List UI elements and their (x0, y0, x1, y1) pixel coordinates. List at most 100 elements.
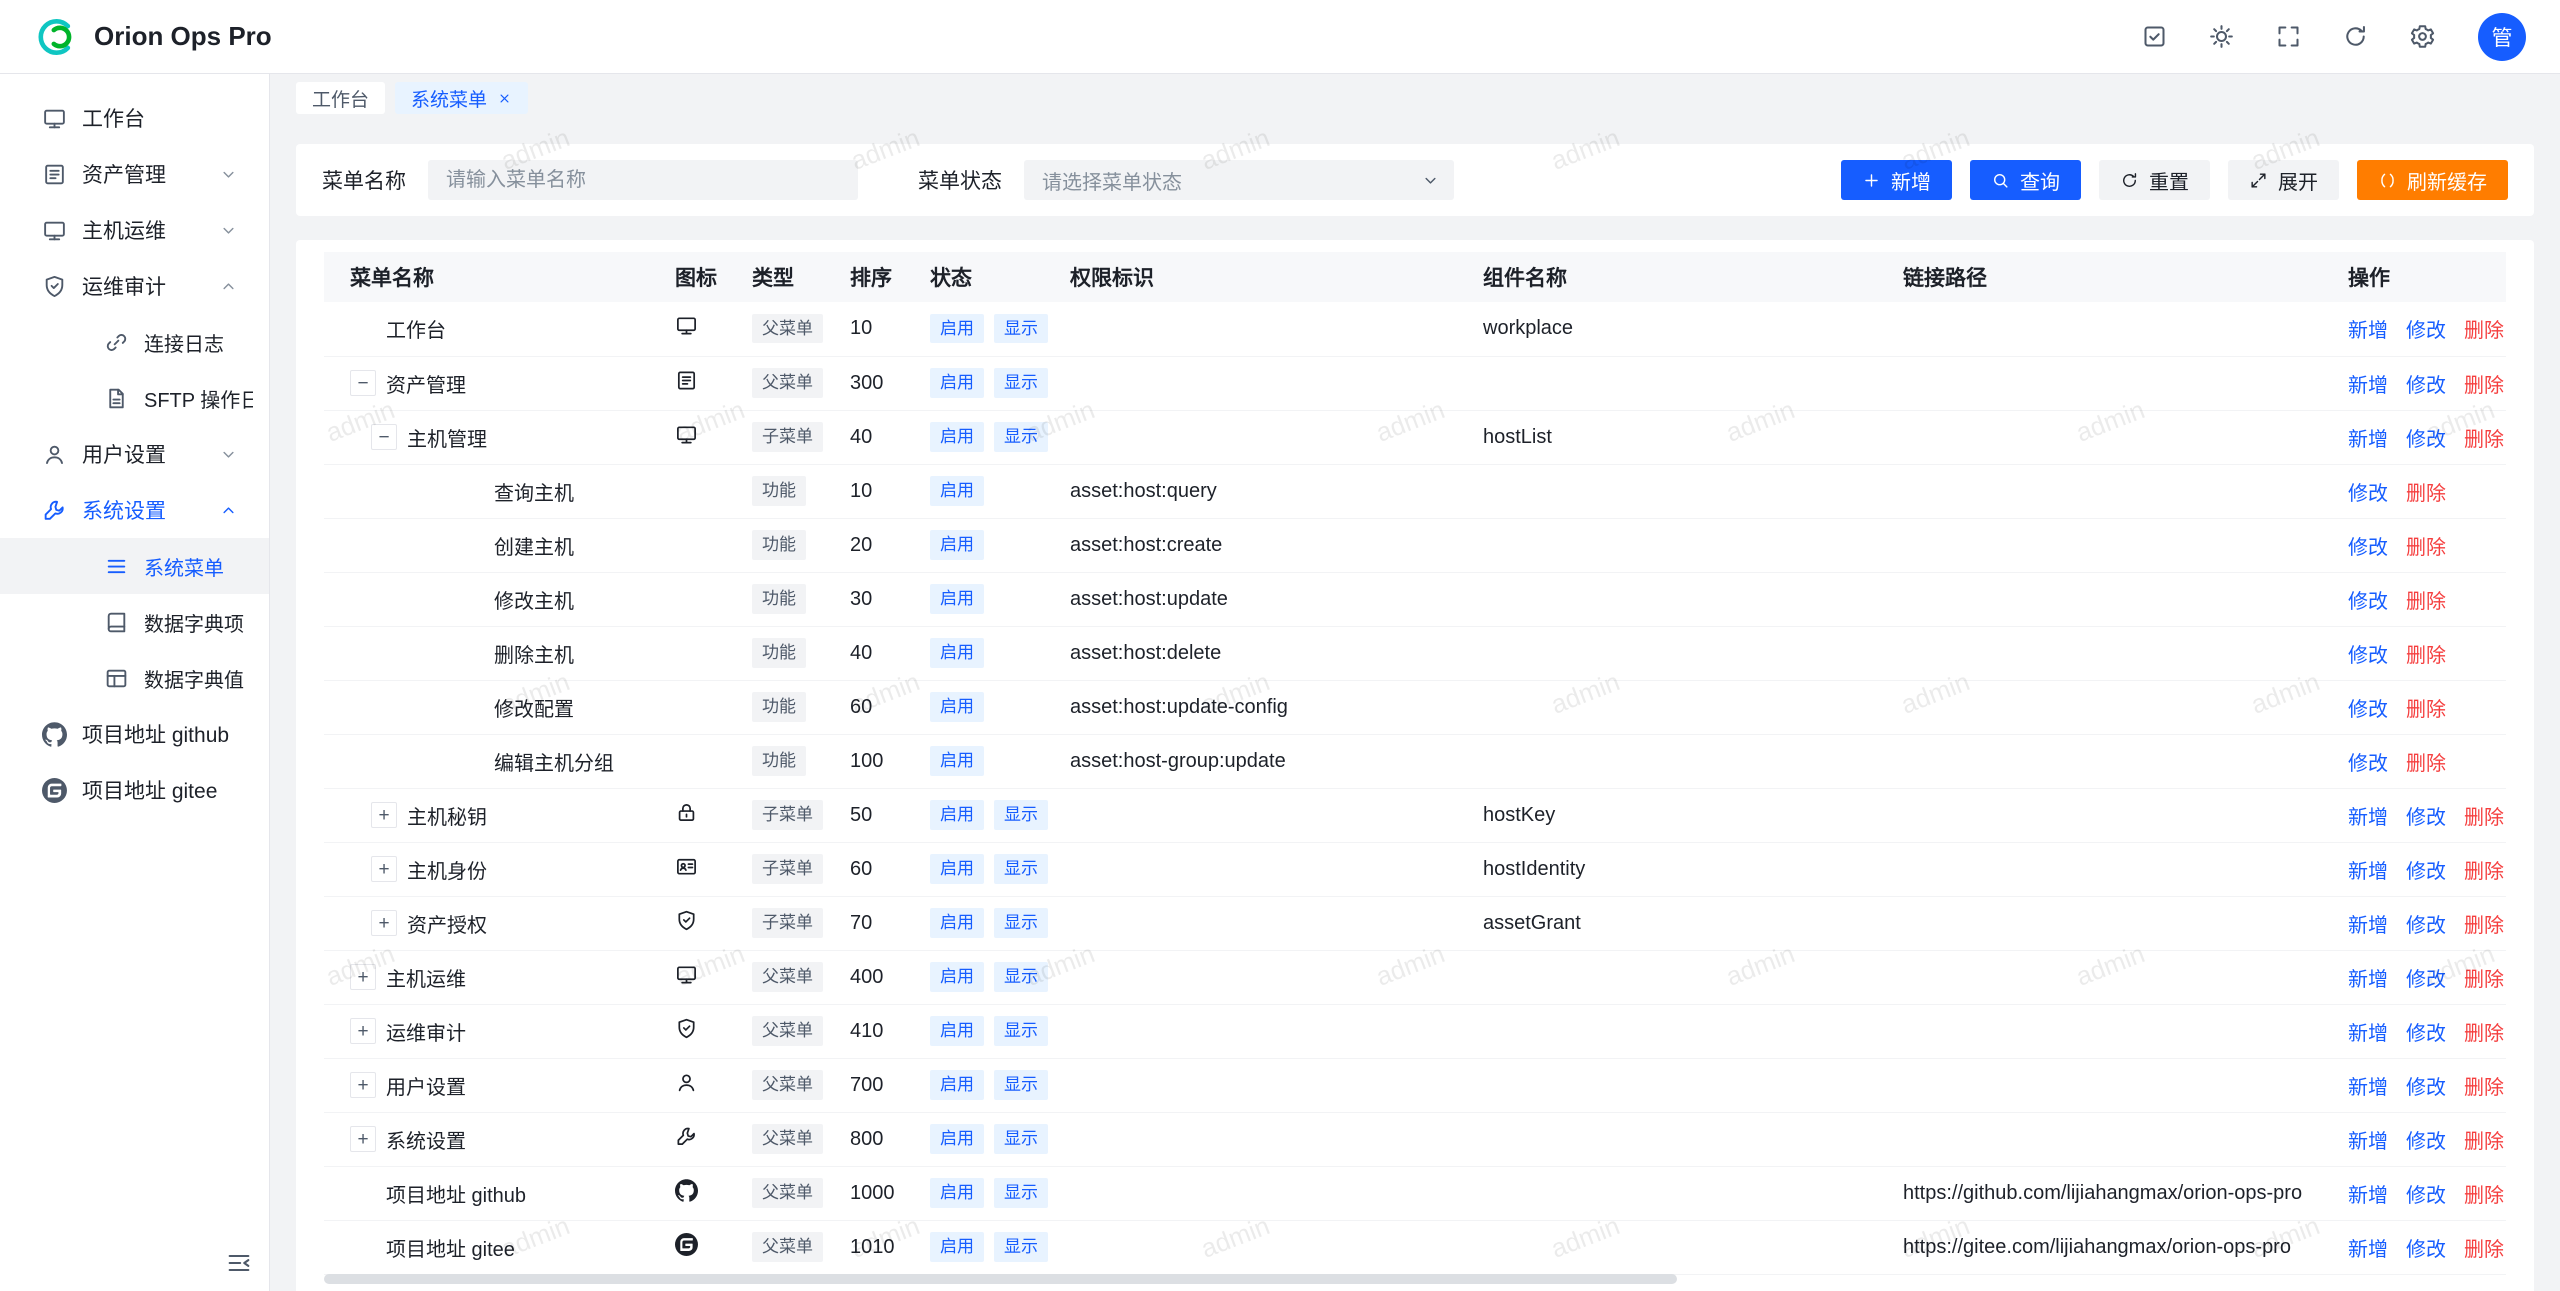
expand-row-toggle[interactable]: + (371, 910, 397, 936)
action-edit[interactable]: 修改 (2406, 1185, 2446, 1207)
sidebar-item-gitee[interactable]: 项目地址 gitee (0, 762, 269, 818)
panel-button[interactable] (2141, 23, 2168, 50)
action-edit[interactable]: 修改 (2406, 1077, 2446, 1099)
sidebar-item-workbench[interactable]: 工作台 (0, 90, 269, 146)
sidebar-item-ops-audit[interactable]: 运维审计 (0, 258, 269, 314)
refresh-cache-button[interactable]: 刷新缓存 (2357, 160, 2508, 200)
action-add[interactable]: 新增 (2348, 1239, 2388, 1261)
search-button[interactable]: 查询 (1970, 160, 2081, 200)
action-edit[interactable]: 修改 (2406, 1131, 2446, 1153)
action-delete[interactable]: 删除 (2464, 861, 2504, 883)
action-add[interactable]: 新增 (2348, 861, 2388, 883)
action-edit[interactable]: 修改 (2406, 807, 2446, 829)
add-button[interactable]: 新增 (1841, 160, 1952, 200)
action-edit[interactable]: 修改 (2348, 699, 2388, 721)
action-add[interactable]: 新增 (2348, 429, 2388, 451)
action-edit[interactable]: 修改 (2406, 1239, 2446, 1261)
expand-row-toggle[interactable]: + (350, 1072, 376, 1098)
sidebar-item-connect-log[interactable]: 连接日志 (0, 314, 269, 370)
action-add[interactable]: 新增 (2348, 1023, 2388, 1045)
horizontal-scrollbar[interactable] (324, 1274, 2506, 1286)
action-edit[interactable]: 修改 (2348, 645, 2388, 667)
sidebar-item-system-settings[interactable]: 系统设置 (0, 482, 269, 538)
refresh-button[interactable] (2342, 23, 2369, 50)
action-add[interactable]: 新增 (2348, 969, 2388, 991)
action-edit[interactable]: 修改 (2348, 483, 2388, 505)
scrollbar-thumb[interactable] (324, 1274, 1677, 1284)
action-delete[interactable]: 删除 (2406, 537, 2446, 559)
action-delete[interactable]: 删除 (2464, 915, 2504, 937)
cell-component: hostKey (1467, 788, 1887, 842)
cell-component (1467, 950, 1887, 1004)
settings-button[interactable] (2409, 23, 2436, 50)
reset-button[interactable]: 重置 (2099, 160, 2210, 200)
column-header: 链接路径 (1887, 252, 2332, 302)
menu-name-label: 菜单名称 (322, 165, 406, 195)
action-edit[interactable]: 修改 (2348, 537, 2388, 559)
collapse-row-toggle[interactable]: − (371, 424, 397, 450)
action-delete[interactable]: 删除 (2464, 969, 2504, 991)
close-icon[interactable] (497, 91, 512, 106)
action-delete[interactable]: 删除 (2464, 320, 2504, 342)
sidebar-item-sftp-log[interactable]: SFTP 操作日志 (0, 370, 269, 426)
action-delete[interactable]: 删除 (2464, 429, 2504, 451)
sidebar-item-user-settings[interactable]: 用户设置 (0, 426, 269, 482)
action-add[interactable]: 新增 (2348, 1185, 2388, 1207)
action-add[interactable]: 新增 (2348, 807, 2388, 829)
fullscreen-button[interactable] (2275, 23, 2302, 50)
action-add[interactable]: 新增 (2348, 1077, 2388, 1099)
sidebar-item-dict-key[interactable]: 数据字典项 (0, 594, 269, 650)
menu-name-input[interactable] (428, 160, 858, 200)
action-delete[interactable]: 删除 (2464, 1131, 2504, 1153)
action-delete[interactable]: 删除 (2406, 483, 2446, 505)
action-delete[interactable]: 删除 (2464, 1023, 2504, 1045)
action-edit[interactable]: 修改 (2406, 320, 2446, 342)
action-edit[interactable]: 修改 (2406, 861, 2446, 883)
menu-type-tag: 功能 (752, 476, 806, 505)
action-edit[interactable]: 修改 (2406, 375, 2446, 397)
expand-row-toggle[interactable]: + (350, 964, 376, 990)
action-delete[interactable]: 删除 (2464, 1185, 2504, 1207)
expand-button[interactable]: 展开 (2228, 160, 2339, 200)
action-edit[interactable]: 修改 (2348, 591, 2388, 613)
action-edit[interactable]: 修改 (2406, 1023, 2446, 1045)
cell-menu-sort: 410 (834, 1004, 914, 1058)
action-delete[interactable]: 删除 (2406, 645, 2446, 667)
action-delete[interactable]: 删除 (2406, 699, 2446, 721)
sidebar-item-asset-mgmt[interactable]: 资产管理 (0, 146, 269, 202)
collapse-row-toggle[interactable]: − (350, 370, 376, 396)
sidebar-collapse-button[interactable] (225, 1249, 253, 1277)
action-edit[interactable]: 修改 (2348, 753, 2388, 775)
user-avatar[interactable]: 管 (2478, 13, 2526, 61)
theme-button[interactable] (2208, 23, 2235, 50)
action-add[interactable]: 新增 (2348, 375, 2388, 397)
action-add[interactable]: 新增 (2348, 915, 2388, 937)
action-delete[interactable]: 删除 (2464, 1239, 2504, 1261)
action-delete[interactable]: 删除 (2406, 753, 2446, 775)
expand-row-toggle[interactable]: + (350, 1018, 376, 1044)
action-delete[interactable]: 删除 (2464, 1077, 2504, 1099)
action-delete[interactable]: 删除 (2464, 807, 2504, 829)
sidebar-item-system-menu[interactable]: 系统菜单 (0, 538, 269, 594)
action-delete[interactable]: 删除 (2406, 591, 2446, 613)
cell-menu-name: −主机管理 (324, 410, 659, 464)
action-edit[interactable]: 修改 (2406, 429, 2446, 451)
cell-menu-sort: 40 (834, 626, 914, 680)
cell-actions: 新增修改删除 (2332, 1058, 2506, 1112)
action-add[interactable]: 新增 (2348, 320, 2388, 342)
sidebar-item-github[interactable]: 项目地址 github (0, 706, 269, 762)
sidebar-item-dict-value[interactable]: 数据字典值 (0, 650, 269, 706)
action-edit[interactable]: 修改 (2406, 969, 2446, 991)
menu-status-select[interactable]: 请选择菜单状态 (1024, 160, 1454, 200)
sidebar-item-host-ops[interactable]: 主机运维 (0, 202, 269, 258)
tab-system-menu[interactable]: 系统菜单 (395, 82, 528, 114)
menu-name: 用户设置 (386, 1071, 466, 1100)
expand-row-toggle[interactable]: + (371, 856, 397, 882)
expand-row-toggle[interactable]: + (371, 802, 397, 828)
tab-workbench[interactable]: 工作台 (296, 82, 385, 114)
action-delete[interactable]: 删除 (2464, 375, 2504, 397)
action-edit[interactable]: 修改 (2406, 915, 2446, 937)
expand-row-toggle[interactable]: + (350, 1126, 376, 1152)
status-tag: 启用 (930, 476, 984, 505)
action-add[interactable]: 新增 (2348, 1131, 2388, 1153)
